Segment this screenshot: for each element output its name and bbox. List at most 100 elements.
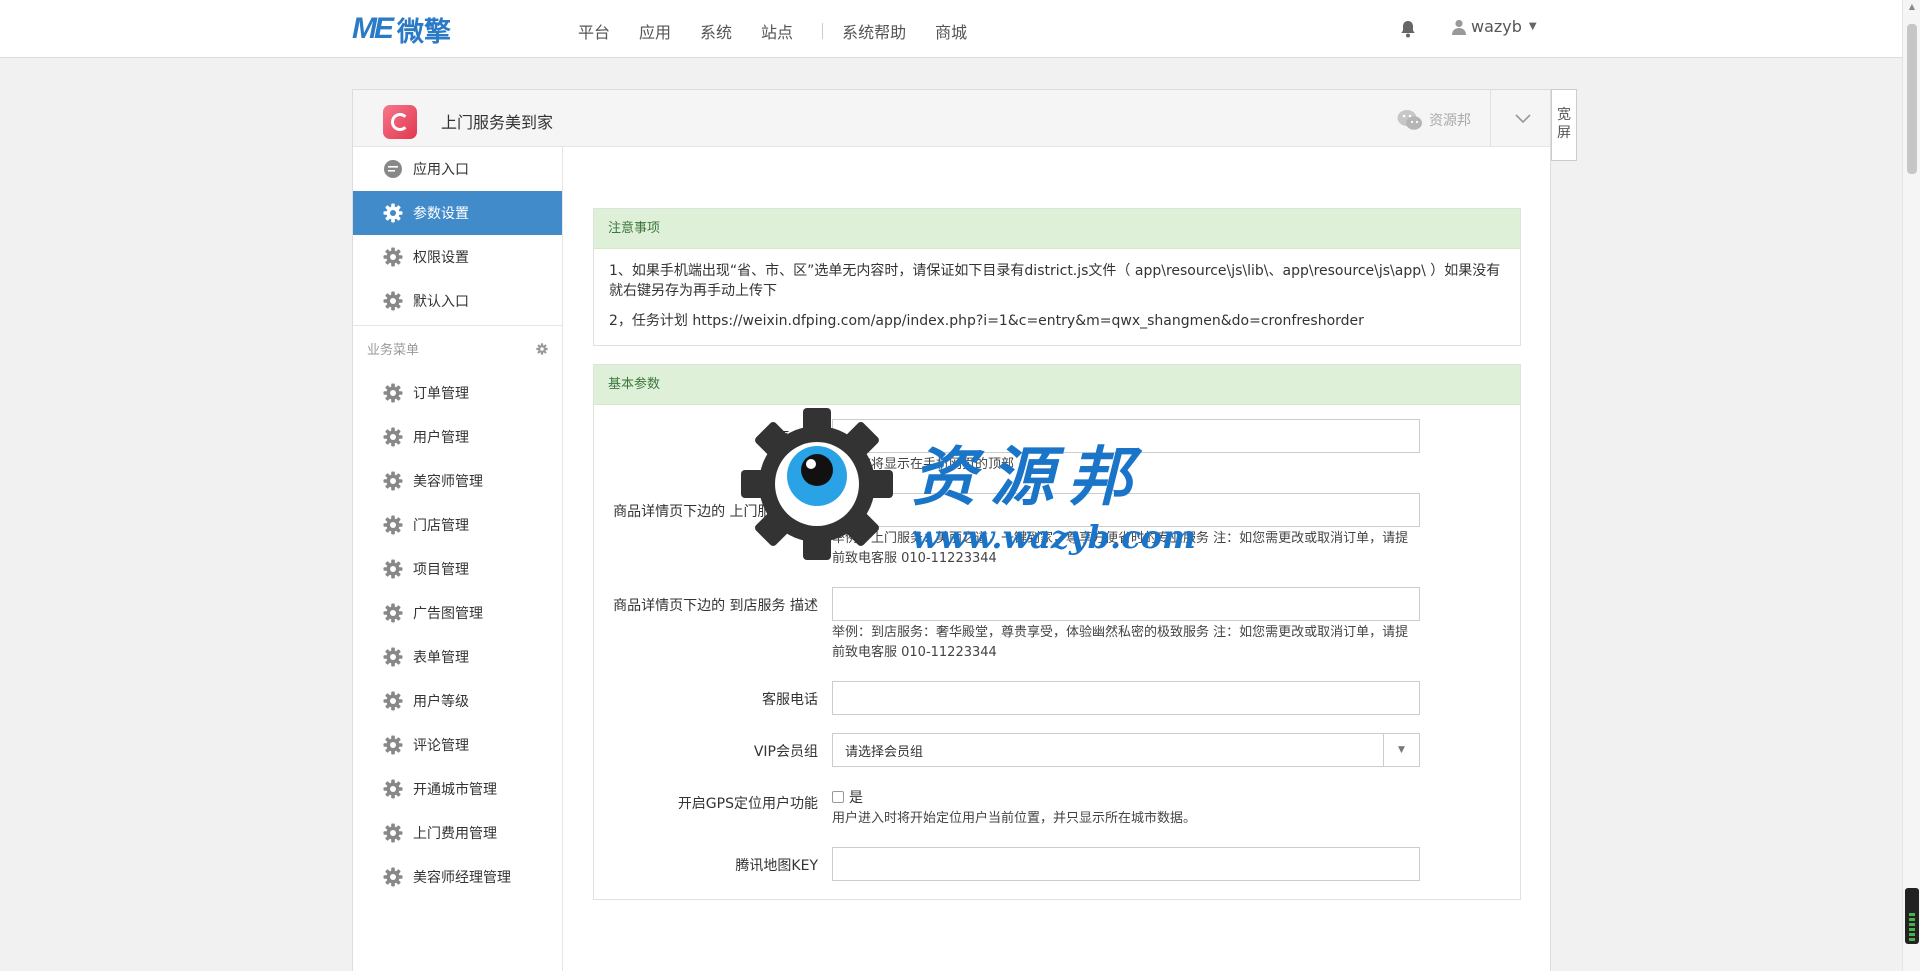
- nav-system[interactable]: 系统: [700, 19, 732, 43]
- wechat-account[interactable]: 资源邦: [1397, 109, 1471, 131]
- gear-icon: [383, 471, 403, 491]
- form-row-vip: VIP会员组 请选择会员组 ▼: [594, 733, 1520, 767]
- basic-params-title: 基本参数: [594, 365, 1520, 405]
- gps-label: 开启GPS定位用户功能: [677, 796, 818, 812]
- map-key-label: 腾讯地图KEY: [735, 858, 818, 874]
- gear-icon: [383, 383, 403, 403]
- phone-label: 客服电话: [762, 692, 818, 708]
- bell-icon[interactable]: [1400, 20, 1416, 38]
- chat-bubble-icon: [384, 160, 402, 178]
- sidebar-menu-item[interactable]: 评论管理: [353, 723, 562, 767]
- gear-icon: [383, 247, 403, 267]
- gear-icon[interactable]: [536, 342, 548, 355]
- vip-label: VIP会员组: [753, 744, 818, 760]
- nav-divider: [822, 23, 824, 39]
- chevron-down-icon[interactable]: [1513, 108, 1533, 128]
- gear-icon: [383, 291, 403, 311]
- sidebar-menu-item[interactable]: 表单管理: [353, 635, 562, 679]
- page-scrollbar[interactable]: ▲: [1902, 0, 1920, 971]
- platform-input[interactable]: [832, 419, 1420, 453]
- sidebar-menu-label: 美容师管理: [413, 474, 483, 490]
- form-row-phone: 客服电话: [594, 681, 1520, 715]
- volume-meter-icon: [1905, 888, 1919, 944]
- form-row-platform: 平台名 该名称将显示在手机网页的顶部: [594, 419, 1520, 475]
- logo[interactable]: ME 微擎: [352, 12, 451, 48]
- username: wazyb: [1471, 17, 1522, 36]
- panel-header: 上门服务美到家 资源邦: [353, 90, 1550, 147]
- user-menu[interactable]: wazyb ▼: [1452, 17, 1537, 36]
- notice-line-2: 2，任务计划 https://weixin.dfping.com/app/ind…: [609, 313, 1364, 329]
- notice-box: 注意事项 1、如果手机端出现“省、市、区”选单无内容时，请保证如下目录有dist…: [593, 208, 1521, 346]
- top-nav: 平台 应用 系统 站点 系统帮助 商城: [578, 19, 996, 43]
- sidebar-item-default-entry[interactable]: 默认入口: [353, 279, 562, 323]
- sidebar: 应用入口 参数设置 权限设置 默认入口 业务菜单 订单管理用户管理美容师管理门店…: [353, 147, 563, 971]
- vip-group-value: 请选择会员组: [845, 744, 924, 760]
- sidebar-menu-item[interactable]: 美容师经理管理: [353, 855, 562, 899]
- form-row-door-service: 商品详情页下边的 上门服务 描述 举例：上门服务：美丽之道，一键到家，尊享方便省…: [594, 493, 1520, 569]
- gear-icon: [383, 823, 403, 843]
- sidebar-menu-item[interactable]: 项目管理: [353, 547, 562, 591]
- sidebar-menu-item[interactable]: 用户等级: [353, 679, 562, 723]
- store-service-label: 商品详情页下边的 到店服务 描述: [613, 598, 818, 614]
- sidebar-item-label: 默认入口: [413, 294, 469, 310]
- sidebar-menu-item[interactable]: 门店管理: [353, 503, 562, 547]
- app-logo-icon: [383, 105, 417, 139]
- nav-apps[interactable]: 应用: [639, 19, 671, 43]
- nav-store[interactable]: 商城: [935, 19, 967, 43]
- sidebar-menu-item[interactable]: 广告图管理: [353, 591, 562, 635]
- notice-line-1: 1、如果手机端出现“省、市、区”选单无内容时，请保证如下目录有district.…: [609, 263, 1501, 299]
- gear-icon: [383, 779, 403, 799]
- top-navbar: ME 微擎 平台 应用 系统 站点 系统帮助 商城 wazyb ▼: [0, 0, 1902, 58]
- gear-icon: [383, 203, 403, 223]
- phone-input[interactable]: [832, 681, 1420, 715]
- basic-params-box: 基本参数 平台名 该名称将显示在手机网页的顶部 商品详情页下边的 上门服务 描述…: [593, 364, 1521, 900]
- sidebar-menu-label: 订单管理: [413, 386, 469, 402]
- sidebar-menu-item[interactable]: 用户管理: [353, 415, 562, 459]
- gear-icon: [383, 559, 403, 579]
- store-service-input[interactable]: [832, 587, 1420, 621]
- door-service-help: 举例：上门服务：美丽之道，一键到家，尊享方便省时的专业服务 注：如您需更改或取消…: [832, 531, 1409, 566]
- header-divider: [1490, 90, 1491, 147]
- platform-help: 该名称将显示在手机网页的顶部: [832, 457, 1015, 472]
- sidebar-item-settings[interactable]: 参数设置: [353, 191, 562, 235]
- sidebar-menu-item[interactable]: 开通城市管理: [353, 767, 562, 811]
- app-title: 上门服务美到家: [441, 113, 554, 132]
- business-menu: 订单管理用户管理美容师管理门店管理项目管理 广告图管理 表单管理用户等级评论管理开通…: [353, 371, 562, 899]
- wechat-account-name: 资源邦: [1429, 113, 1471, 129]
- sidebar-menu-label: 美容师经理管理: [413, 870, 511, 886]
- sidebar-item-label: 应用入口: [413, 162, 469, 178]
- sidebar-group-title: 业务菜单: [367, 343, 420, 358]
- map-key-input[interactable]: [832, 847, 1420, 881]
- nav-site[interactable]: 站点: [761, 19, 793, 43]
- sidebar-menu-label: 用户等级: [413, 694, 469, 710]
- sidebar-item-label: 权限设置: [413, 250, 469, 266]
- sidebar-menu-item[interactable]: 上门费用管理: [353, 811, 562, 855]
- store-service-help: 举例：到店服务：奢华殿堂，尊贵享受，体验幽然私密的极致服务 注：如您需更改或取消…: [832, 625, 1409, 660]
- scroll-up-icon[interactable]: ▲: [1909, 2, 1915, 11]
- sidebar-menu-item[interactable]: 美容师管理: [353, 459, 562, 503]
- checkbox-icon[interactable]: [832, 791, 844, 803]
- app-panel: 上门服务美到家 资源邦 应用入口 参数设置 权限设置 默认入口 业务菜单 订单管…: [352, 89, 1551, 971]
- nav-help[interactable]: 系统帮助: [842, 19, 906, 43]
- sidebar-item-app-entry[interactable]: 应用入口: [353, 147, 562, 191]
- dropdown-arrow-icon[interactable]: ▼: [1383, 734, 1419, 766]
- form-row-map-key: 腾讯地图KEY: [594, 847, 1520, 881]
- nav-platform[interactable]: 平台: [578, 19, 610, 43]
- sidebar-item-permissions[interactable]: 权限设置: [353, 235, 562, 279]
- gps-checkbox[interactable]: 是: [832, 785, 1420, 807]
- main-content: 注意事项 1、如果手机端出现“省、市、区”选单无内容时，请保证如下目录有dist…: [593, 208, 1521, 918]
- wide-screen-button[interactable]: 宽屏: [1551, 89, 1577, 161]
- platform-label: 平台名: [776, 430, 818, 446]
- sidebar-menu-label: 用户管理: [413, 430, 469, 446]
- scrollbar-thumb[interactable]: [1907, 24, 1917, 174]
- sidebar-menu-label: 门店管理: [413, 518, 469, 534]
- gear-icon: [383, 867, 403, 887]
- sidebar-menu-item[interactable]: 订单管理: [353, 371, 562, 415]
- door-service-input[interactable]: [832, 493, 1420, 527]
- sidebar-menu-label: 评论管理: [413, 738, 469, 754]
- gear-icon: [383, 603, 403, 623]
- wechat-icon: [1397, 110, 1422, 130]
- logo-name: 微擎: [397, 16, 451, 48]
- vip-group-select[interactable]: 请选择会员组 ▼: [832, 733, 1420, 767]
- gear-icon: [383, 691, 403, 711]
